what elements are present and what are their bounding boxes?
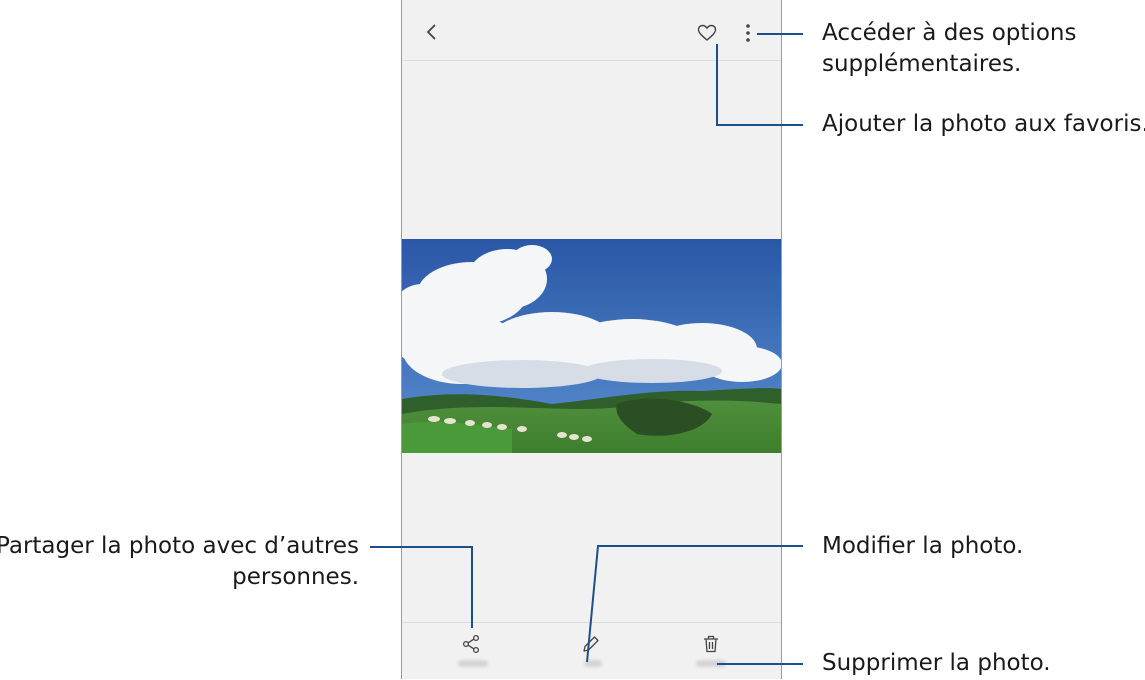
delete-label-blurred [696,660,726,667]
favorite-callout: Ajouter la photo aux favoris. [822,111,1145,137]
pencil-icon [583,636,599,652]
back-button[interactable] [420,20,444,44]
top-toolbar [402,0,781,61]
more-options-callout: Accéder à des options supplémentaires. [822,20,1077,77]
photo-image [402,239,781,453]
more-options-button[interactable] [735,20,761,46]
share-icon [462,634,480,654]
landscape-photo[interactable] [402,239,781,453]
delete-button[interactable] [698,631,724,657]
edit-label-blurred [584,660,602,667]
trash-icon [704,635,718,653]
more-options-icon [746,24,750,42]
photo-viewer-screen [401,0,782,679]
back-icon [426,24,436,40]
favorite-button[interactable] [694,20,720,46]
heart-icon [697,24,717,41]
share-button[interactable] [458,631,484,657]
bottom-toolbar [402,622,781,680]
share-label-blurred [458,660,488,667]
edit-callout: Modifier la photo. [822,533,1024,559]
edit-button[interactable] [578,631,604,657]
delete-callout: Supprimer la photo. [822,650,1051,676]
share-callout: Partager la photo avec d’autres personne… [0,533,359,590]
